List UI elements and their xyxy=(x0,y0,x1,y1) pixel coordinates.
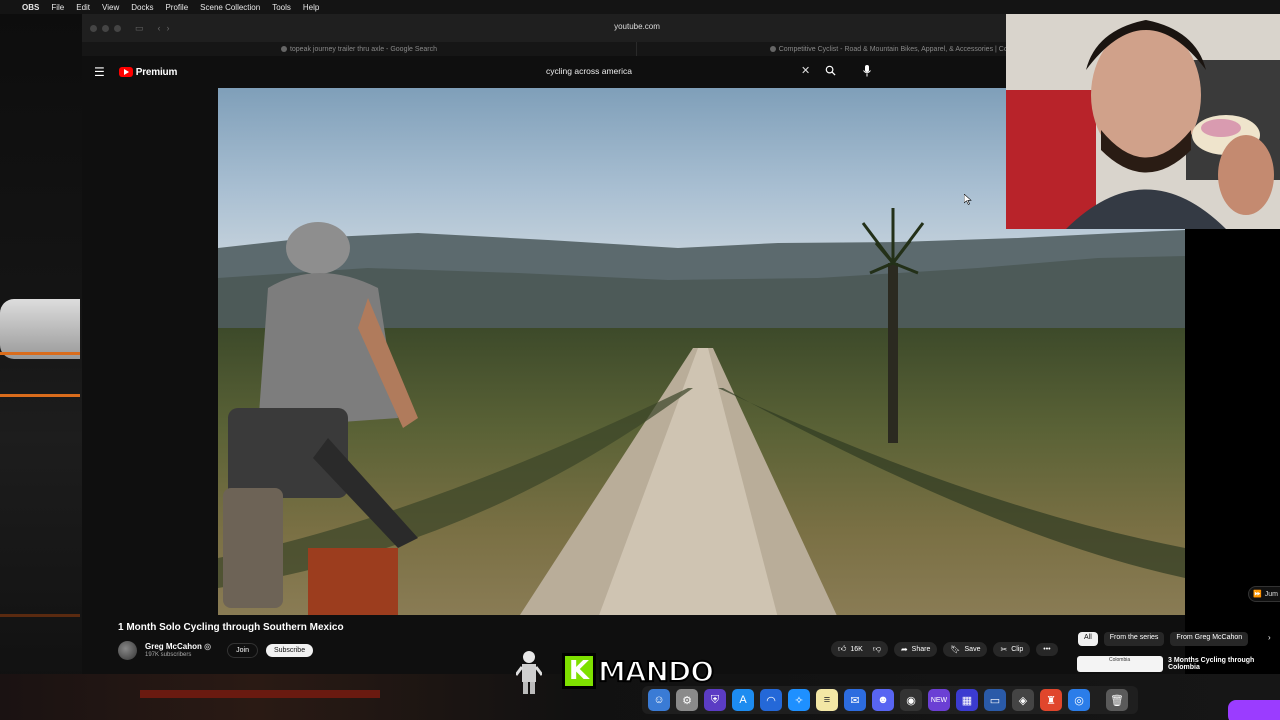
clip-button[interactable]: ✂ Clip xyxy=(993,641,1031,657)
like-button[interactable]: 👍︎ 16K 👎︎ xyxy=(831,641,888,657)
trash-icon[interactable]: 🗑︎ xyxy=(1106,689,1128,711)
search-input[interactable]: cycling across america xyxy=(546,66,632,76)
clear-search-icon[interactable]: ✕ xyxy=(801,64,810,77)
shield-icon[interactable]: ⛨ xyxy=(704,689,726,711)
finder-icon[interactable]: ☺ xyxy=(648,689,670,711)
share-label: Share xyxy=(911,645,931,653)
decor-stripe xyxy=(0,394,80,397)
new-app-icon[interactable]: NEW xyxy=(928,689,950,711)
like-count: 16K xyxy=(850,645,863,653)
channel-subscribers: 197K subscribers xyxy=(145,652,192,658)
brave-icon[interactable]: ♜ xyxy=(1040,689,1062,711)
close-window-button[interactable] xyxy=(90,24,97,32)
mascot-figure xyxy=(516,651,542,694)
mail-icon[interactable]: ✉ xyxy=(844,689,866,711)
thumbs-up-icon: 👍︎ xyxy=(838,644,847,653)
join-button[interactable]: Join xyxy=(227,642,258,658)
settings-gear-icon[interactable]: ⚙ xyxy=(676,689,698,711)
back-icon[interactable]: ‹ xyxy=(158,23,161,33)
bookmark-icon: 🔖︎ xyxy=(950,644,961,654)
google-favicon-icon xyxy=(280,46,287,52)
chip-from-channel[interactable]: From Greg McCahon xyxy=(1170,632,1249,646)
thumbs-down-icon[interactable]: 👎︎ xyxy=(873,644,881,654)
share-button[interactable]: ➦ Share xyxy=(893,641,938,657)
video-cyclist xyxy=(223,222,418,615)
app-store-icon[interactable]: A xyxy=(732,689,754,711)
menu-edit[interactable]: Edit xyxy=(76,3,90,12)
youtube-logo-text: Premium xyxy=(135,66,178,78)
vpn-icon[interactable]: ▭ xyxy=(984,689,1006,711)
car-image xyxy=(0,299,80,359)
subscribe-button[interactable]: Subscribe xyxy=(265,643,314,657)
microphone-icon[interactable] xyxy=(862,64,872,78)
cyclist-favicon-icon xyxy=(769,46,776,52)
menu-help[interactable]: Help xyxy=(303,3,319,12)
menu-icon[interactable]: ☰ xyxy=(94,65,105,79)
save-label: Save xyxy=(964,645,981,653)
safari-icon[interactable]: ✧ xyxy=(788,689,810,711)
video-yucca-tree xyxy=(861,208,925,443)
clip-label: Clip xyxy=(1011,645,1024,653)
logo-k-badge: K xyxy=(562,653,596,689)
menu-scene-collection[interactable]: Scene Collection xyxy=(200,3,260,12)
youtube-logo[interactable]: Premium xyxy=(118,66,178,78)
video-title: 1 Month Solo Cycling through Southern Me… xyxy=(118,622,344,633)
verified-icon: ◎ xyxy=(204,642,212,651)
chip-all[interactable]: All xyxy=(1078,632,1098,646)
arc-browser-icon[interactable]: ◠ xyxy=(760,689,782,711)
discord-icon[interactable]: ☻ xyxy=(872,689,894,711)
menu-file[interactable]: File xyxy=(51,3,64,12)
menu-tools[interactable]: Tools xyxy=(272,3,291,12)
channel-avatar[interactable] xyxy=(118,640,137,660)
save-button[interactable]: 🔖︎ Save xyxy=(943,641,988,657)
logo-text: MANDO xyxy=(597,654,715,689)
thumbnail-tag: Colombia xyxy=(1109,657,1131,663)
recommended-title[interactable]: 3 Months Cycling through Colombia xyxy=(1168,657,1278,671)
macos-dock: ☺ ⚙ ⛨ A ◠ ✧ ≡ ✉ ☻ ◉ NEW ▦ ▭ ◈ ♜ ◎ 🗑︎ xyxy=(642,686,1138,714)
menu-view[interactable]: View xyxy=(102,3,119,12)
chevron-right-icon[interactable]: › xyxy=(1268,633,1271,642)
webcam-overlay xyxy=(1006,0,1280,229)
zoom-icon[interactable]: ◎ xyxy=(1068,689,1090,711)
menu-profile[interactable]: Profile xyxy=(165,3,188,12)
minimize-window-button[interactable] xyxy=(102,24,109,32)
search-icon[interactable] xyxy=(825,65,836,76)
sidebar-toggle-icon[interactable]: ▭ xyxy=(135,23,144,34)
jump-ahead-label: Jum xyxy=(1264,590,1278,598)
jump-ahead-button[interactable]: ⏩ Jum xyxy=(1248,586,1280,602)
kmando-logo: K MANDO xyxy=(562,651,715,691)
channel-info: Greg McCahon ◎ 197K subscribers xyxy=(145,642,211,658)
more-actions-button[interactable]: ••• xyxy=(1036,642,1058,656)
desktop-background xyxy=(0,14,82,720)
forward-icon[interactable]: › xyxy=(167,23,170,33)
launchpad-icon[interactable]: ▦ xyxy=(956,689,978,711)
chip-icon[interactable]: ◈ xyxy=(1012,689,1034,711)
channel-row: Greg McCahon ◎ 197K subscribers Join Sub… xyxy=(118,640,314,660)
fast-forward-icon: ⏩ xyxy=(1253,591,1262,598)
tab-label: topeak journey trailer thru axle - Googl… xyxy=(289,45,438,53)
mouse-cursor-icon xyxy=(964,194,972,205)
zoom-window-button[interactable] xyxy=(114,24,121,32)
menu-docks[interactable]: Docks xyxy=(131,3,153,12)
obs-icon[interactable]: ◉ xyxy=(900,689,922,711)
decor-stripe xyxy=(140,690,380,698)
recommendation-chips: All From the series From Greg McCahon xyxy=(1078,632,1249,646)
tab-google-search[interactable]: topeak journey trailer thru axle - Googl… xyxy=(82,42,637,56)
menu-bar: OBS File Edit View Docks Profile Scene C… xyxy=(0,0,1280,14)
stream-badge xyxy=(1228,700,1280,720)
video-actions: 👍︎ 16K 👎︎ ➦ Share 🔖︎ Save ✂ Clip ••• xyxy=(831,641,1058,657)
right-sidebar-area xyxy=(1185,229,1280,674)
share-icon: ➦ xyxy=(900,644,908,654)
scissors-icon: ✂ xyxy=(1000,644,1008,654)
decor-stripe xyxy=(0,352,80,355)
screen: OBS File Edit View Docks Profile Scene C… xyxy=(0,0,1280,720)
chip-from-series[interactable]: From the series xyxy=(1103,632,1165,646)
notes-icon[interactable]: ≡ xyxy=(816,689,838,711)
decor-stripe xyxy=(0,614,80,617)
menu-app-name[interactable]: OBS xyxy=(22,3,39,12)
window-controls xyxy=(90,24,121,32)
channel-name[interactable]: Greg McCahon ◎ xyxy=(145,642,211,651)
youtube-play-icon xyxy=(118,67,133,77)
recommended-thumbnail[interactable]: Colombia xyxy=(1077,656,1163,672)
